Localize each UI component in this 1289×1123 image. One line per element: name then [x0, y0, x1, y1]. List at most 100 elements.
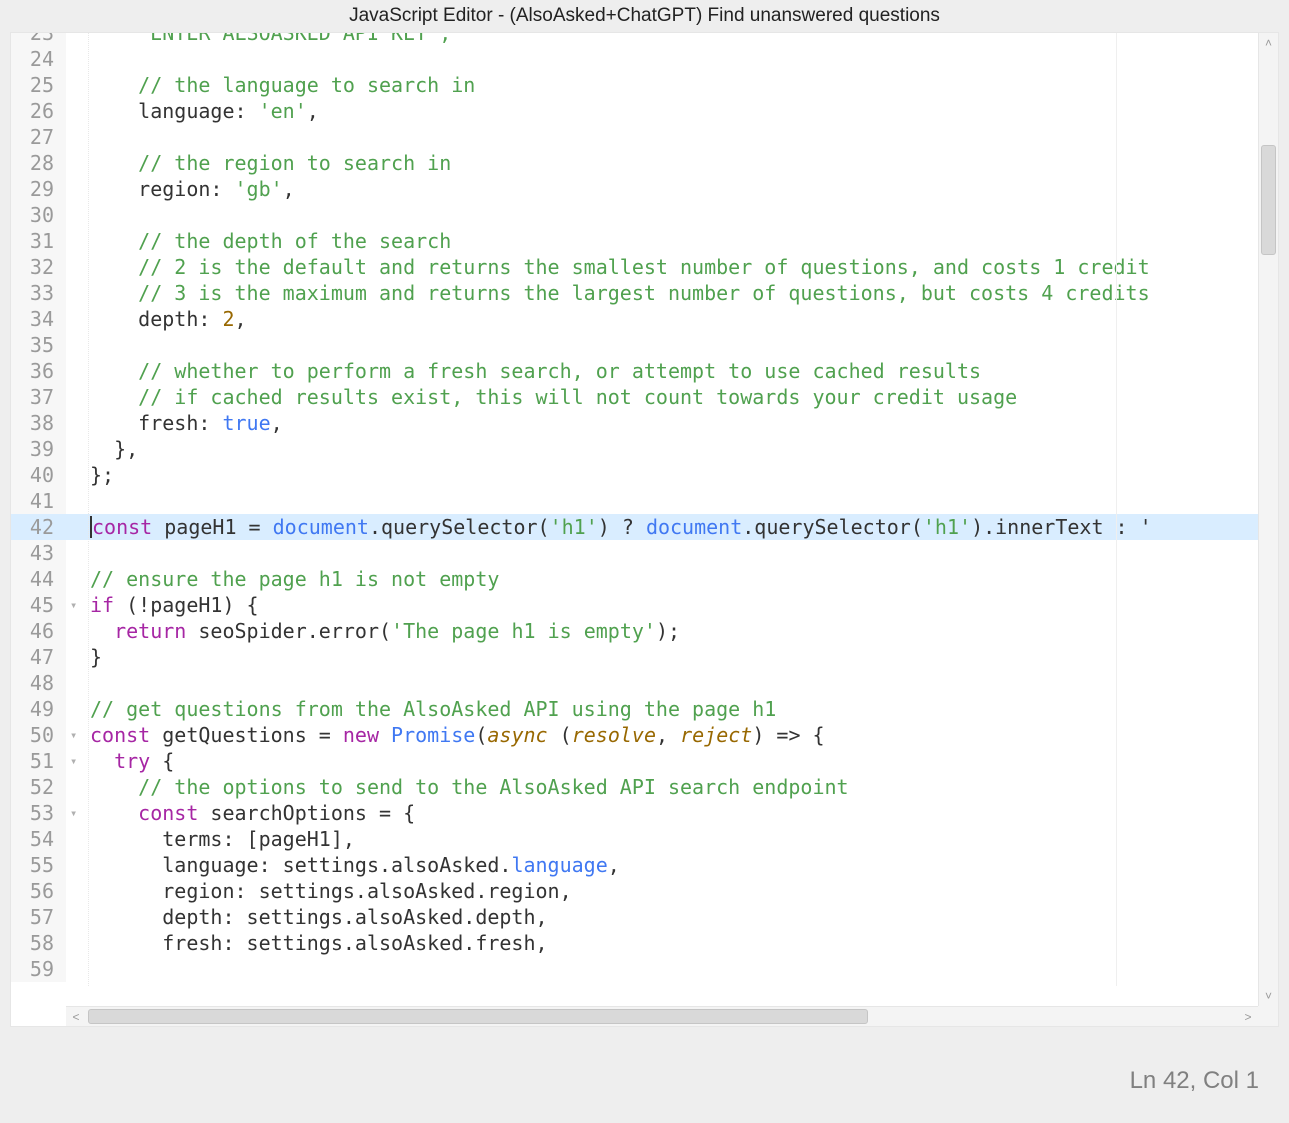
code-line[interactable]: 30: [11, 202, 1258, 228]
fold-toggle-icon[interactable]: ▾: [66, 592, 88, 618]
code-text: [90, 749, 114, 773]
line-number: 29: [11, 176, 66, 202]
line-number: 49: [11, 696, 66, 722]
code-text: seoSpider.error(: [186, 619, 391, 643]
code-line-active[interactable]: 42 const pageH1 = document.querySelector…: [11, 514, 1258, 540]
code-area[interactable]: 23 'ENTER ALSOASKED API KEY', 24 25 // t…: [11, 33, 1258, 1006]
code-text: true: [222, 411, 270, 435]
fold-gutter: [66, 72, 88, 98]
code-line[interactable]: 36 // whether to perform a fresh search,…: [11, 358, 1258, 384]
code-text: pageH1 =: [152, 515, 272, 539]
code-text: getQuestions =: [150, 723, 343, 747]
code-line[interactable]: 45▾ if (!pageH1) {: [11, 592, 1258, 618]
code-line[interactable]: 37 // if cached results exist, this will…: [11, 384, 1258, 410]
code-text: terms: [pageH1],: [88, 826, 1258, 852]
fold-gutter: [66, 358, 88, 384]
code-line[interactable]: 59: [11, 956, 1258, 982]
scroll-right-icon[interactable]: ˃: [1238, 1007, 1258, 1026]
code-line[interactable]: 32 // 2 is the default and returns the s…: [11, 254, 1258, 280]
code-text: region: settings.alsoAsked.region,: [88, 878, 1258, 904]
code-line[interactable]: 41: [11, 488, 1258, 514]
vertical-scroll-thumb[interactable]: [1261, 145, 1276, 255]
line-number: 23: [11, 33, 66, 46]
code-text: fresh: settings.alsoAsked.fresh,: [88, 930, 1258, 956]
code-line[interactable]: 34 depth: 2,: [11, 306, 1258, 332]
code-line[interactable]: 44 // ensure the page h1 is not empty: [11, 566, 1258, 592]
line-number: 32: [11, 254, 66, 280]
scroll-down-icon[interactable]: ˅: [1259, 986, 1278, 1006]
line-number: 41: [11, 488, 66, 514]
code-line[interactable]: 39 },: [11, 436, 1258, 462]
code-line[interactable]: 29 region: 'gb',: [11, 176, 1258, 202]
code-text: .querySelector(: [369, 515, 550, 539]
code-text: .querySelector(: [742, 515, 923, 539]
code-text: 'The page h1 is empty': [391, 619, 656, 643]
fold-gutter: [66, 98, 88, 124]
code-line[interactable]: 49 // get questions from the AlsoAsked A…: [11, 696, 1258, 722]
code-line[interactable]: 24: [11, 46, 1258, 72]
code-line[interactable]: 31 // the depth of the search: [11, 228, 1258, 254]
code-text: async: [487, 723, 547, 747]
code-text: 'h1': [923, 515, 971, 539]
horizontal-scrollbar[interactable]: ˂ ˃: [66, 1006, 1258, 1026]
code-text: (: [548, 723, 572, 747]
code-line[interactable]: 35: [11, 332, 1258, 358]
code-line[interactable]: 54 terms: [pageH1],: [11, 826, 1258, 852]
scroll-left-icon[interactable]: ˂: [66, 1007, 86, 1026]
horizontal-scroll-thumb[interactable]: [88, 1009, 868, 1024]
code-text: ,: [307, 99, 319, 123]
code-text: const: [138, 801, 198, 825]
window-title: JavaScript Editor - (AlsoAsked+ChatGPT) …: [0, 0, 1289, 32]
code-line[interactable]: 48: [11, 670, 1258, 696]
code-text: language: settings.alsoAsked.: [90, 853, 511, 877]
code-text: 'ENTER ALSOASKED API KEY',: [90, 33, 451, 45]
editor-outer: 23 'ENTER ALSOASKED API KEY', 24 25 // t…: [0, 32, 1289, 1027]
code-line[interactable]: 38 fresh: true,: [11, 410, 1258, 436]
code-line[interactable]: 53▾ const searchOptions = {: [11, 800, 1258, 826]
code-line[interactable]: 52 // the options to send to the AlsoAsk…: [11, 774, 1258, 800]
code-text: // the language to search in: [90, 73, 475, 97]
scroll-up-icon[interactable]: ˄: [1259, 33, 1278, 53]
code-line[interactable]: 26 language: 'en',: [11, 98, 1258, 124]
fold-gutter: [66, 436, 88, 462]
fold-toggle-icon[interactable]: ▾: [66, 800, 88, 826]
fold-gutter: [66, 852, 88, 878]
fold-gutter: [66, 696, 88, 722]
code-text: try: [114, 749, 150, 773]
line-number: 38: [11, 410, 66, 436]
fold-gutter: [66, 280, 88, 306]
line-number: 58: [11, 930, 66, 956]
code-line[interactable]: 25 // the language to search in: [11, 72, 1258, 98]
line-number: 30: [11, 202, 66, 228]
code-text: // the options to send to the AlsoAsked …: [90, 775, 849, 799]
code-line[interactable]: 51▾ try {: [11, 748, 1258, 774]
code-text: new: [343, 723, 379, 747]
line-number: 31: [11, 228, 66, 254]
code-line[interactable]: 43: [11, 540, 1258, 566]
code-line[interactable]: 33 // 3 is the maximum and returns the l…: [11, 280, 1258, 306]
code-line[interactable]: 50▾ const getQuestions = new Promise(asy…: [11, 722, 1258, 748]
fold-gutter: [66, 670, 88, 696]
code-text: if: [90, 593, 114, 617]
fold-gutter: [66, 150, 88, 176]
code-line[interactable]: 23 'ENTER ALSOASKED API KEY',: [11, 33, 1258, 46]
fold-gutter: [66, 956, 88, 982]
fold-gutter: [66, 462, 88, 488]
fold-toggle-icon[interactable]: ▾: [66, 748, 88, 774]
code-text: reject: [680, 723, 752, 747]
line-number: 44: [11, 566, 66, 592]
code-line[interactable]: 27: [11, 124, 1258, 150]
fold-toggle-icon[interactable]: ▾: [66, 722, 88, 748]
line-number: 27: [11, 124, 66, 150]
fold-gutter: [66, 124, 88, 150]
code-text: depth: settings.alsoAsked.depth,: [88, 904, 1258, 930]
code-line[interactable]: 58 fresh: settings.alsoAsked.fresh,: [11, 930, 1258, 956]
code-line[interactable]: 47 }: [11, 644, 1258, 670]
code-line[interactable]: 40 };: [11, 462, 1258, 488]
code-line[interactable]: 55 language: settings.alsoAsked.language…: [11, 852, 1258, 878]
vertical-scrollbar[interactable]: ˄ ˅: [1258, 33, 1278, 1006]
code-line[interactable]: 57 depth: settings.alsoAsked.depth,: [11, 904, 1258, 930]
code-line[interactable]: 56 region: settings.alsoAsked.region,: [11, 878, 1258, 904]
code-line[interactable]: 46 return seoSpider.error('The page h1 i…: [11, 618, 1258, 644]
code-line[interactable]: 28 // the region to search in: [11, 150, 1258, 176]
